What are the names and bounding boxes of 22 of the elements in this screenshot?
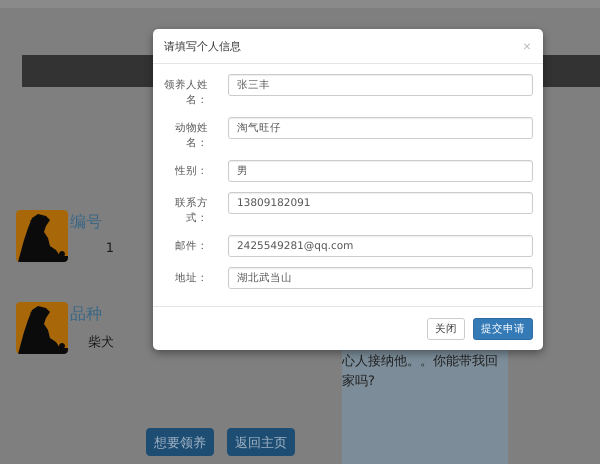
input-field[interactable]: 淘气旺仔 — [228, 117, 533, 139]
submit-button[interactable]: 提交申请 — [473, 318, 533, 340]
field-label: 动物姓名： — [174, 121, 208, 150]
field-value: 1 — [104, 241, 114, 256]
field-label: 品种 — [70, 304, 103, 325]
field-label: 联系方式： — [174, 196, 208, 225]
story-text: 心人接纳他。。你能带我回家吗? — [342, 353, 499, 391]
field-label: 编号 — [70, 212, 103, 233]
field-label: 领养人姓名： — [163, 78, 208, 107]
input-field[interactable]: 男 — [228, 160, 533, 182]
input-field[interactable]: 湖北武当山 — [228, 267, 533, 289]
adopt-button[interactable]: 想要领养 — [146, 428, 214, 456]
input-field[interactable]: 张三丰 — [228, 74, 533, 96]
field-label: 性别： — [174, 164, 208, 178]
field-value: 柴犬 — [87, 334, 114, 351]
home-button[interactable]: 返回主页 — [227, 428, 295, 456]
input-field[interactable]: 2425549281@qq.com — [228, 235, 533, 257]
field-label: 地址： — [174, 271, 208, 286]
input-field[interactable]: 13809182091 — [228, 192, 533, 214]
field-label: 邮件： — [174, 239, 208, 254]
close-button[interactable]: 关闭 — [427, 318, 465, 340]
dialog-title: 请填写个人信息 — [164, 38, 241, 54]
